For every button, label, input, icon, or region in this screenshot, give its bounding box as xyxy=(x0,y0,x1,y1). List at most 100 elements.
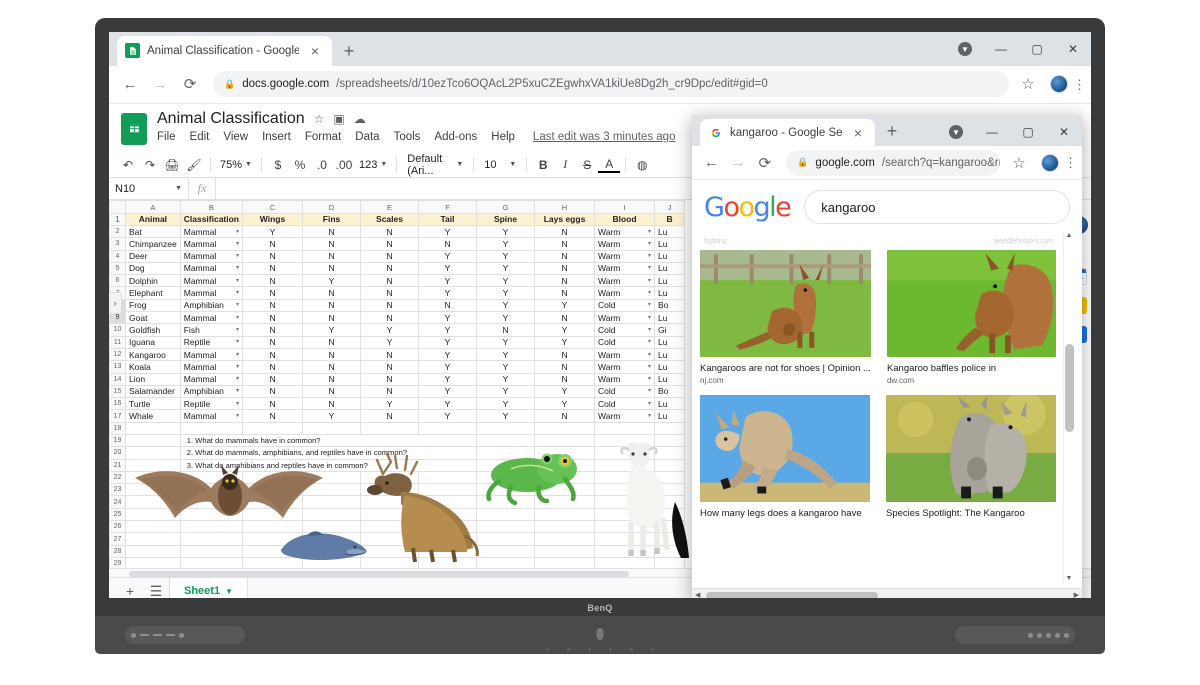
column-header-f[interactable]: F xyxy=(419,201,477,213)
print-icon[interactable]: 🖨 xyxy=(161,154,183,176)
reload-icon[interactable]: ⟳ xyxy=(177,71,203,97)
table-cell[interactable]: Warm xyxy=(595,250,655,262)
table-cell[interactable] xyxy=(535,484,595,496)
table-cell[interactable] xyxy=(535,508,595,520)
table-cell[interactable] xyxy=(595,459,655,471)
increase-decimal-icon[interactable]: .00 xyxy=(333,154,355,176)
table-cell[interactable] xyxy=(361,422,419,434)
row-header[interactable]: 24 xyxy=(110,496,126,508)
table-cell[interactable]: Mammal xyxy=(180,225,242,237)
table-cell[interactable]: Y xyxy=(419,361,477,373)
table-cell[interactable]: Lu xyxy=(655,312,685,324)
row-header[interactable]: 16 xyxy=(110,398,126,410)
table-cell[interactable]: Goat xyxy=(126,312,181,324)
row-header[interactable]: 11 xyxy=(110,336,126,348)
table-cell[interactable]: Y xyxy=(361,324,419,336)
table-cell[interactable]: Gi xyxy=(655,324,685,336)
close-button[interactable]: ✕ xyxy=(1055,32,1091,66)
table-cell[interactable]: Cold xyxy=(595,398,655,410)
table-cell[interactable]: N xyxy=(535,262,595,274)
table-cell[interactable] xyxy=(180,496,242,508)
table-cell[interactable]: N xyxy=(303,250,361,262)
row-header[interactable]: 20 xyxy=(110,447,126,459)
table-cell[interactable] xyxy=(361,557,419,568)
table-cell[interactable] xyxy=(535,471,595,483)
table-cell[interactable]: Cold xyxy=(595,385,655,397)
google-logo[interactable]: Google xyxy=(704,192,790,223)
percent-format-icon[interactable]: % xyxy=(289,154,311,176)
table-cell[interactable] xyxy=(419,422,477,434)
table-cell[interactable]: N xyxy=(361,373,419,385)
table-cell[interactable] xyxy=(535,435,595,447)
table-cell[interactable] xyxy=(477,533,535,545)
undo-icon[interactable]: ↶ xyxy=(117,154,139,176)
table-cell[interactable]: N xyxy=(243,410,303,422)
table-cell[interactable]: Mammal xyxy=(180,361,242,373)
table-cell[interactable]: Elephant xyxy=(126,287,181,299)
row-header[interactable]: 15 xyxy=(110,385,126,397)
result-card-2[interactable]: Kangaroo baffles police in dw.com xyxy=(887,250,1056,385)
question-cell[interactable]: 2. What do mammals, amphibians, and rept… xyxy=(180,447,476,459)
table-cell[interactable]: Goldfish xyxy=(126,324,181,336)
table-cell[interactable]: Lu xyxy=(655,287,685,299)
menu-insert[interactable]: Insert xyxy=(262,131,291,143)
corner-cell[interactable] xyxy=(110,201,126,213)
table-cell[interactable]: Y xyxy=(361,398,419,410)
close-button[interactable]: ✕ xyxy=(1046,115,1082,149)
table-cell[interactable]: N xyxy=(243,299,303,311)
table-cell[interactable] xyxy=(477,435,535,447)
menu-tools[interactable]: Tools xyxy=(394,131,421,143)
minimize-button[interactable]: — xyxy=(983,32,1019,66)
font-size-selector[interactable]: 10 ▼ xyxy=(479,159,521,171)
column-header-i[interactable]: I xyxy=(595,201,655,213)
row-header[interactable]: 26 xyxy=(110,521,126,533)
table-cell[interactable] xyxy=(180,521,242,533)
paint-format-icon[interactable]: 🖌 xyxy=(183,154,205,176)
scroll-down-icon[interactable]: ▼ xyxy=(1064,575,1074,582)
table-cell[interactable]: N xyxy=(303,398,361,410)
menu-format[interactable]: Format xyxy=(305,131,341,143)
table-cell[interactable]: Lu xyxy=(655,250,685,262)
row-header[interactable]: 18 xyxy=(110,422,126,434)
zoom-selector[interactable]: 75% ▼ xyxy=(216,159,256,171)
table-cell[interactable]: Cold xyxy=(595,336,655,348)
table-cell[interactable]: Lu xyxy=(655,336,685,348)
table-cell[interactable]: Lu xyxy=(655,398,685,410)
table-cell[interactable] xyxy=(477,422,535,434)
column-header-b[interactable]: B xyxy=(180,201,242,213)
result-thumbnail[interactable] xyxy=(700,250,871,357)
column-header-a[interactable]: A xyxy=(126,201,181,213)
table-cell[interactable]: Lu xyxy=(655,373,685,385)
table-cell[interactable]: N xyxy=(361,361,419,373)
currency-format-icon[interactable]: $ xyxy=(267,154,289,176)
table-cell[interactable]: N xyxy=(535,250,595,262)
result-thumbnail[interactable] xyxy=(700,395,870,502)
result-title[interactable]: Kangaroo baffles police in xyxy=(887,363,1056,374)
back-icon[interactable]: ← xyxy=(700,150,723,176)
table-cell[interactable]: N xyxy=(535,238,595,250)
menu-data[interactable]: Data xyxy=(355,131,379,143)
table-cell[interactable]: Y xyxy=(419,287,477,299)
table-cell[interactable]: Y xyxy=(243,225,303,237)
table-cell[interactable]: Mammal xyxy=(180,373,242,385)
chrome-menu-icon[interactable]: ⋮ xyxy=(1064,156,1074,169)
table-cell[interactable]: Y xyxy=(419,324,477,336)
table-cell[interactable]: N xyxy=(303,373,361,385)
table-cell[interactable]: Mammal xyxy=(180,275,242,287)
table-cell[interactable] xyxy=(655,484,685,496)
result-card-1[interactable]: Kangaroos are not for shoes | Opinion ..… xyxy=(700,250,871,385)
table-cell[interactable]: N xyxy=(535,287,595,299)
forward-icon[interactable]: → xyxy=(727,150,750,176)
table-cell[interactable]: Bat xyxy=(126,225,181,237)
menu-view[interactable]: View xyxy=(223,131,248,143)
header-cell[interactable]: B xyxy=(655,213,685,225)
back-icon[interactable]: ← xyxy=(117,71,143,97)
table-cell[interactable]: Mammal xyxy=(180,287,242,299)
table-cell[interactable] xyxy=(180,545,242,557)
row-header[interactable]: 5 xyxy=(110,262,126,274)
table-cell[interactable] xyxy=(595,435,655,447)
search-input[interactable]: kangaroo xyxy=(804,190,1070,224)
table-cell[interactable]: Y xyxy=(419,373,477,385)
table-cell[interactable] xyxy=(303,508,361,520)
table-cell[interactable] xyxy=(180,422,242,434)
